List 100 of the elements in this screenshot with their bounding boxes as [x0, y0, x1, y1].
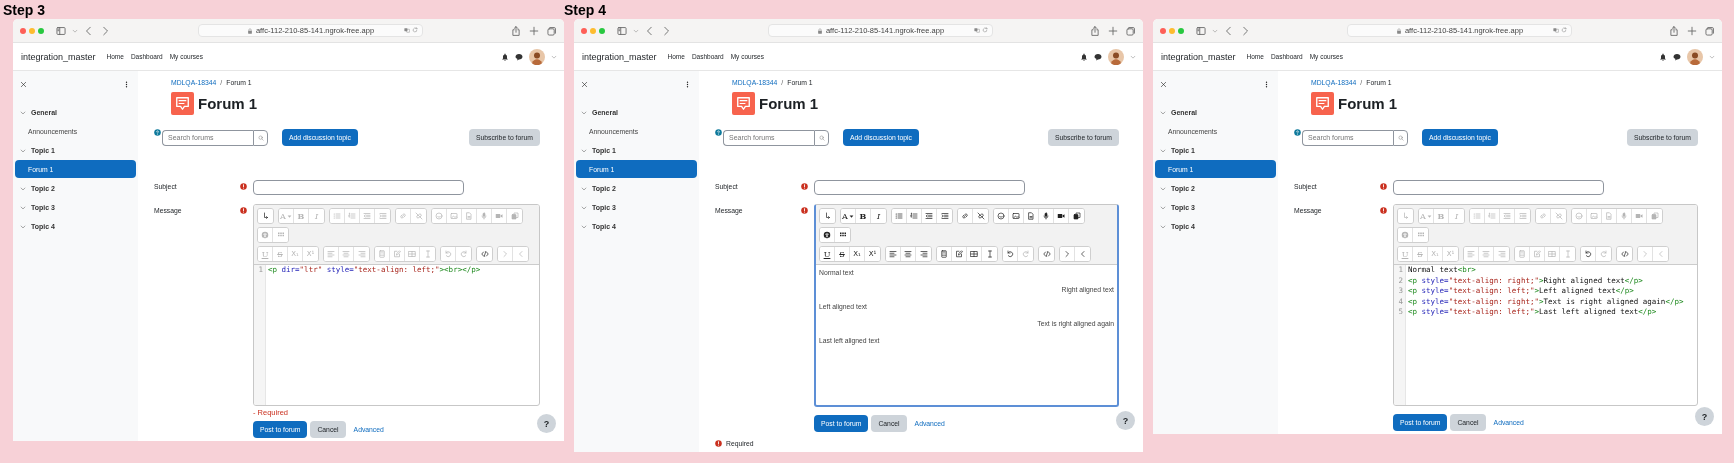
- minimize-window-button[interactable]: [29, 27, 35, 34]
- avatar-icon[interactable]: [1108, 48, 1124, 65]
- tab-overview-icon[interactable]: [1705, 25, 1715, 36]
- sidebar-toggle-icon[interactable]: [617, 25, 627, 36]
- help-icon[interactable]: [1294, 129, 1301, 136]
- minimize-window-button[interactable]: [1169, 27, 1175, 34]
- search-button[interactable]: [814, 129, 829, 146]
- accessibility-checker-button[interactable]: [820, 228, 835, 242]
- next-button[interactable]: [1060, 247, 1075, 261]
- forward-icon[interactable]: [661, 25, 671, 36]
- chevron-down-icon[interactable]: [1160, 147, 1166, 154]
- back-icon[interactable]: [1224, 25, 1234, 36]
- forward-icon[interactable]: [1240, 25, 1250, 36]
- help-button[interactable]: ?: [1695, 407, 1714, 426]
- close-icon[interactable]: [20, 80, 27, 88]
- caret-icon[interactable]: [633, 27, 639, 34]
- minimize-window-button[interactable]: [590, 27, 596, 34]
- chevron-down-icon[interactable]: [581, 223, 587, 230]
- more-options-icon[interactable]: [123, 80, 130, 88]
- sidebar-toggle-icon[interactable]: [1196, 25, 1206, 36]
- share-icon[interactable]: [511, 25, 521, 36]
- chevron-down-icon[interactable]: [581, 185, 587, 192]
- chevron-down-icon[interactable]: [581, 204, 587, 211]
- html-source-button[interactable]: [1039, 247, 1054, 261]
- chevron-down-icon[interactable]: [581, 147, 587, 154]
- chevron-down-icon[interactable]: [20, 185, 26, 192]
- undo-button[interactable]: [1581, 247, 1596, 261]
- chevron-down-icon[interactable]: [581, 109, 587, 116]
- help-icon[interactable]: [154, 129, 161, 136]
- numbered-list-button[interactable]: [907, 209, 922, 223]
- image-button[interactable]: [1009, 209, 1024, 223]
- bullet-list-button[interactable]: [892, 209, 907, 223]
- collapse-toolbar-button[interactable]: [820, 209, 835, 223]
- chat-bubble-icon[interactable]: [1673, 52, 1681, 61]
- chat-bubble-icon[interactable]: [1094, 52, 1102, 61]
- undo-button[interactable]: [1003, 247, 1018, 261]
- avatar-icon[interactable]: [529, 48, 545, 65]
- more-options-icon[interactable]: [1263, 80, 1270, 88]
- bold-button[interactable]: B: [856, 209, 871, 223]
- caret-icon[interactable]: [1212, 27, 1218, 34]
- forward-icon[interactable]: [100, 25, 110, 36]
- collapse-toolbar-button[interactable]: [258, 209, 273, 223]
- tab-overview-icon[interactable]: [547, 25, 557, 36]
- align-left-button[interactable]: [886, 247, 901, 261]
- html-source-button[interactable]: [477, 247, 492, 261]
- more-options-icon[interactable]: [684, 80, 691, 88]
- new-tab-icon[interactable]: [529, 25, 539, 36]
- sidebar-toggle-icon[interactable]: [56, 25, 66, 36]
- chevron-down-icon[interactable]: [1160, 223, 1166, 230]
- caret-icon[interactable]: [551, 53, 557, 60]
- chevron-down-icon[interactable]: [20, 147, 26, 154]
- maximize-window-button[interactable]: [599, 27, 605, 34]
- close-icon[interactable]: [1160, 80, 1167, 88]
- link-button[interactable]: [958, 209, 973, 223]
- help-icon[interactable]: [715, 129, 722, 136]
- reload-icon[interactable]: [412, 27, 418, 33]
- close-window-button[interactable]: [581, 27, 587, 34]
- help-button[interactable]: ?: [1116, 411, 1135, 430]
- site-name[interactable]: integration_master: [1161, 51, 1236, 62]
- caret-icon[interactable]: [72, 27, 78, 34]
- search-button[interactable]: [253, 129, 268, 146]
- bell-icon[interactable]: [1659, 52, 1667, 61]
- chevron-down-icon[interactable]: [1160, 109, 1166, 116]
- site-name[interactable]: integration_master: [582, 51, 657, 62]
- back-icon[interactable]: [84, 25, 94, 36]
- subject-field[interactable]: [253, 180, 464, 195]
- search-button[interactable]: [1393, 129, 1408, 146]
- subject-field[interactable]: [814, 180, 1025, 195]
- chevron-down-icon[interactable]: [20, 204, 26, 211]
- table-button[interactable]: [967, 247, 982, 261]
- close-window-button[interactable]: [20, 27, 26, 34]
- reload-icon[interactable]: [1561, 27, 1567, 33]
- subject-field[interactable]: [1393, 180, 1604, 195]
- avatar-icon[interactable]: [1687, 48, 1703, 65]
- html-source-button[interactable]: [1617, 247, 1632, 261]
- caret-icon[interactable]: [1709, 53, 1715, 60]
- maximize-window-button[interactable]: [38, 27, 44, 34]
- share-icon[interactable]: [1669, 25, 1679, 36]
- equation-button[interactable]: [937, 247, 952, 261]
- chevron-down-icon[interactable]: [1160, 204, 1166, 211]
- translate-icon[interactable]: [974, 27, 980, 33]
- translate-icon[interactable]: [1553, 27, 1559, 33]
- outdent-button[interactable]: [922, 209, 937, 223]
- align-center-button[interactable]: [901, 247, 916, 261]
- reload-icon[interactable]: [982, 27, 988, 33]
- font-style-button[interactable]: A: [841, 209, 856, 223]
- new-tab-icon[interactable]: [1108, 25, 1118, 36]
- chat-bubble-icon[interactable]: [515, 52, 523, 61]
- close-icon[interactable]: [581, 80, 588, 88]
- chevron-down-icon[interactable]: [20, 109, 26, 116]
- new-tab-icon[interactable]: [1687, 25, 1697, 36]
- tab-overview-icon[interactable]: [1126, 25, 1136, 36]
- chevron-down-icon[interactable]: [20, 223, 26, 230]
- bell-icon[interactable]: [1080, 52, 1088, 61]
- share-icon[interactable]: [1090, 25, 1100, 36]
- site-name[interactable]: integration_master: [21, 51, 96, 62]
- emoji-button[interactable]: [994, 209, 1009, 223]
- help-button[interactable]: ?: [537, 414, 556, 433]
- chevron-down-icon[interactable]: [1160, 185, 1166, 192]
- record-video-button[interactable]: [1054, 209, 1069, 223]
